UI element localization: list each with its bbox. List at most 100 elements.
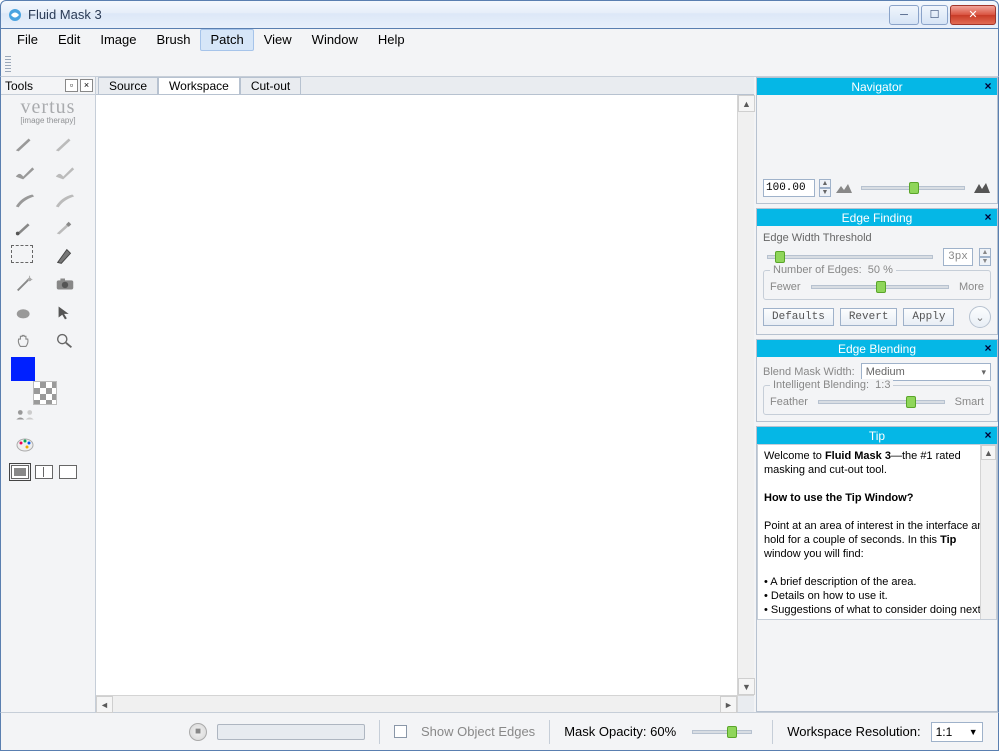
feather-label: Feather bbox=[770, 396, 808, 408]
revert-button[interactable]: Revert bbox=[840, 308, 898, 326]
menu-image[interactable]: Image bbox=[90, 29, 146, 51]
apply-button[interactable]: Apply bbox=[903, 308, 954, 326]
intel-blend-label: Intelligent Blending: bbox=[773, 379, 869, 391]
defaults-button[interactable]: Defaults bbox=[763, 308, 834, 326]
workspace-res-label: Workspace Resolution: bbox=[787, 724, 920, 739]
menu-edit[interactable]: Edit bbox=[48, 29, 90, 51]
show-edges-checkbox[interactable] bbox=[394, 725, 407, 738]
swatch-primary[interactable] bbox=[11, 357, 35, 381]
toolbar-strip bbox=[0, 51, 999, 77]
maximize-button[interactable]: ☐ bbox=[921, 5, 948, 25]
smart-label: Smart bbox=[955, 396, 984, 408]
edge-width-label: Edge Width Threshold bbox=[763, 232, 991, 244]
edge-finding-panel: Edge Finding× Edge Width Threshold 3px ▲… bbox=[756, 208, 998, 335]
view-mode-quad[interactable] bbox=[59, 465, 77, 479]
minimize-button[interactable]: ─ bbox=[889, 5, 919, 25]
num-edges-label: Number of Edges: bbox=[773, 264, 862, 276]
vertical-scrollbar[interactable]: ▲ ▼ bbox=[737, 95, 754, 695]
brush-tool-2[interactable] bbox=[51, 133, 79, 155]
arrow-tool[interactable] bbox=[51, 301, 79, 323]
edge-finding-expand[interactable]: ⌄ bbox=[969, 306, 991, 328]
edge-blending-title: Edge Blending bbox=[838, 342, 916, 356]
navigator-panel: Navigator × ▲▼ bbox=[756, 77, 998, 204]
tip-scrollbar[interactable]: ▲ bbox=[980, 445, 996, 619]
menu-brush[interactable]: Brush bbox=[147, 29, 201, 51]
center-area: Source Workspace Cut-out ▲ ▼ ◄ ► bbox=[96, 77, 754, 712]
intel-blend-slider[interactable] bbox=[818, 400, 945, 404]
tip-content: Welcome to Fluid Mask 3—the #1 rated mas… bbox=[757, 444, 997, 620]
menu-file[interactable]: File bbox=[7, 29, 48, 51]
workspace-canvas[interactable] bbox=[96, 95, 737, 695]
intel-blend-ratio: 1:3 bbox=[875, 379, 890, 391]
zoom-in-icon[interactable] bbox=[973, 182, 991, 194]
zoom-tool[interactable] bbox=[51, 329, 79, 351]
close-button[interactable]: ✕ bbox=[950, 5, 996, 25]
edge-blending-panel: Edge Blending× Blend Mask Width: Medium▾… bbox=[756, 339, 998, 422]
tools-close-button[interactable]: × bbox=[80, 79, 93, 92]
menu-window[interactable]: Window bbox=[302, 29, 368, 51]
marquee-tool[interactable] bbox=[11, 245, 33, 263]
tools-panel-title: Tools bbox=[5, 79, 33, 93]
progress-bar bbox=[217, 724, 365, 740]
tip-title: Tip bbox=[869, 429, 885, 443]
more-label: More bbox=[959, 281, 984, 293]
horizontal-scrollbar[interactable]: ◄ ► bbox=[96, 695, 754, 712]
edge-blending-close[interactable]: × bbox=[981, 341, 995, 355]
tip-panel: Tip × Welcome to Fluid Mask 3—the #1 rate… bbox=[756, 426, 998, 712]
tab-source[interactable]: Source bbox=[98, 77, 158, 94]
navigator-title: Navigator bbox=[851, 80, 902, 94]
edge-width-slider[interactable] bbox=[767, 255, 933, 259]
brush-tool-1[interactable] bbox=[11, 133, 39, 155]
color-picker-tool[interactable] bbox=[11, 433, 39, 455]
show-edges-label: Show Object Edges bbox=[421, 724, 535, 739]
wand-tool[interactable] bbox=[11, 273, 39, 295]
swatch-transparent[interactable] bbox=[33, 381, 57, 405]
zoom-spinner[interactable]: ▲▼ bbox=[819, 179, 831, 197]
workspace-res-combo[interactable]: 1:1▼ bbox=[931, 722, 983, 742]
eraser-brush[interactable] bbox=[51, 217, 79, 239]
menu-view[interactable]: View bbox=[254, 29, 302, 51]
hand-tool[interactable] bbox=[11, 329, 39, 351]
app-icon bbox=[7, 7, 23, 23]
titlebar: Fluid Mask 3 ─ ☐ ✕ bbox=[0, 0, 999, 29]
menubar: File Edit Image Brush Patch View Window … bbox=[0, 29, 999, 51]
wave-brush-1[interactable] bbox=[11, 161, 39, 183]
view-mode-single[interactable] bbox=[11, 465, 29, 479]
blend-mask-width-label: Blend Mask Width: bbox=[763, 366, 855, 378]
zoom-input[interactable] bbox=[763, 179, 815, 197]
num-edges-slider[interactable] bbox=[811, 285, 949, 289]
zoom-slider[interactable] bbox=[861, 186, 965, 190]
mask-opacity-slider[interactable] bbox=[692, 730, 752, 734]
tip-how-heading: How to use the Tip Window? bbox=[764, 492, 913, 504]
pen-tool[interactable] bbox=[51, 245, 79, 267]
tip-close[interactable]: × bbox=[981, 428, 995, 442]
blob-tool[interactable] bbox=[11, 301, 39, 323]
camera-tool[interactable] bbox=[51, 273, 79, 295]
navigator-close[interactable]: × bbox=[981, 79, 995, 93]
brand-name: vertus bbox=[5, 98, 91, 116]
edge-finding-title: Edge Finding bbox=[842, 211, 913, 225]
tab-cutout[interactable]: Cut-out bbox=[240, 77, 301, 94]
brand: vertus [image therapy] bbox=[1, 95, 95, 127]
menu-help[interactable]: Help bbox=[368, 29, 415, 51]
menu-patch[interactable]: Patch bbox=[200, 29, 253, 51]
tab-workspace[interactable]: Workspace bbox=[158, 77, 240, 94]
feather-brush-1[interactable] bbox=[11, 189, 39, 211]
people-swap-tool[interactable] bbox=[11, 403, 39, 425]
view-tabs: Source Workspace Cut-out bbox=[96, 77, 754, 95]
window-title: Fluid Mask 3 bbox=[28, 7, 889, 22]
edge-finding-close[interactable]: × bbox=[981, 210, 995, 224]
toolbar-grip[interactable] bbox=[5, 56, 11, 72]
statusbar: ■ Show Object Edges Mask Opacity: 60% Wo… bbox=[0, 712, 999, 751]
fill-brush[interactable] bbox=[11, 217, 39, 239]
feather-brush-2[interactable] bbox=[51, 189, 79, 211]
fewer-label: Fewer bbox=[770, 281, 801, 293]
zoom-out-icon[interactable] bbox=[835, 182, 853, 194]
num-edges-value: 50 % bbox=[868, 264, 893, 276]
edge-width-spinner[interactable]: ▲▼ bbox=[979, 248, 991, 266]
wave-brush-2[interactable] bbox=[51, 161, 79, 183]
tools-undock-button[interactable]: ▫ bbox=[65, 79, 78, 92]
view-mode-split[interactable] bbox=[35, 465, 53, 479]
mask-opacity-label: Mask Opacity: 60% bbox=[564, 724, 676, 739]
stop-button[interactable]: ■ bbox=[189, 723, 207, 741]
